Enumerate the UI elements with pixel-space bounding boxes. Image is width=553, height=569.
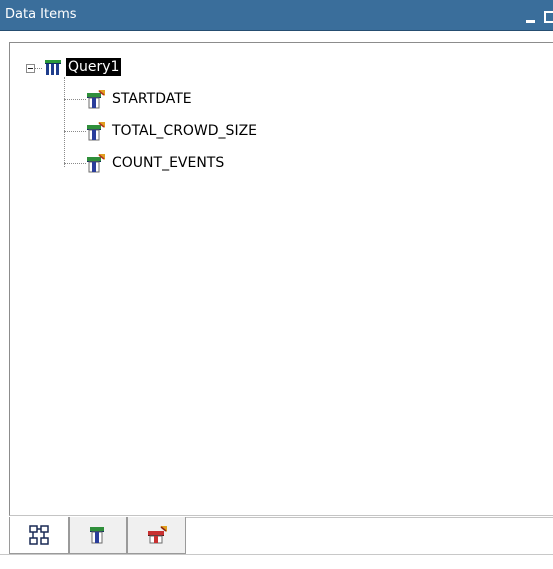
data-item-icon <box>87 122 105 141</box>
data-item-icon <box>87 154 105 173</box>
maximize-icon[interactable] <box>544 11 553 23</box>
tree-item-total-crowd-size[interactable]: TOTAL_CROWD_SIZE <box>112 122 257 140</box>
tree-connector <box>64 77 65 167</box>
panel-titlebar[interactable]: Data Items <box>0 0 553 31</box>
tab-data-items[interactable] <box>69 517 127 554</box>
tree-item-count-events[interactable]: COUNT_EVENTS <box>112 154 224 172</box>
tree-connector <box>64 163 86 164</box>
panel-title: Data Items <box>5 7 77 22</box>
data-item-icon <box>87 90 105 109</box>
tree-connector <box>64 99 86 100</box>
collapse-toggle-icon[interactable] <box>26 64 35 73</box>
data-items-tree-pane[interactable]: Query1 STARTDATE TOTAL_CROWD_SIZE COUNT_… <box>9 42 553 516</box>
panel-bottom-border <box>0 554 553 555</box>
tab-query-structure[interactable] <box>9 517 69 554</box>
data-items-icon <box>90 527 104 544</box>
tree-root-query1[interactable]: Query1 <box>66 58 122 76</box>
tree-item-startdate[interactable]: STARTDATE <box>112 90 192 108</box>
panel-tab-bar <box>0 517 553 569</box>
tree-connector <box>64 131 86 132</box>
filters-icon <box>147 526 167 544</box>
tab-bar-border <box>186 517 553 518</box>
query-structure-icon <box>29 525 49 545</box>
tree-connector <box>35 68 42 69</box>
data-items-panel: Data Items Query1 STARTDATE TOTAL_CROWD_… <box>0 0 553 569</box>
tab-filters[interactable] <box>127 517 186 554</box>
query-table-icon <box>45 60 61 75</box>
minimize-icon[interactable] <box>526 20 535 23</box>
